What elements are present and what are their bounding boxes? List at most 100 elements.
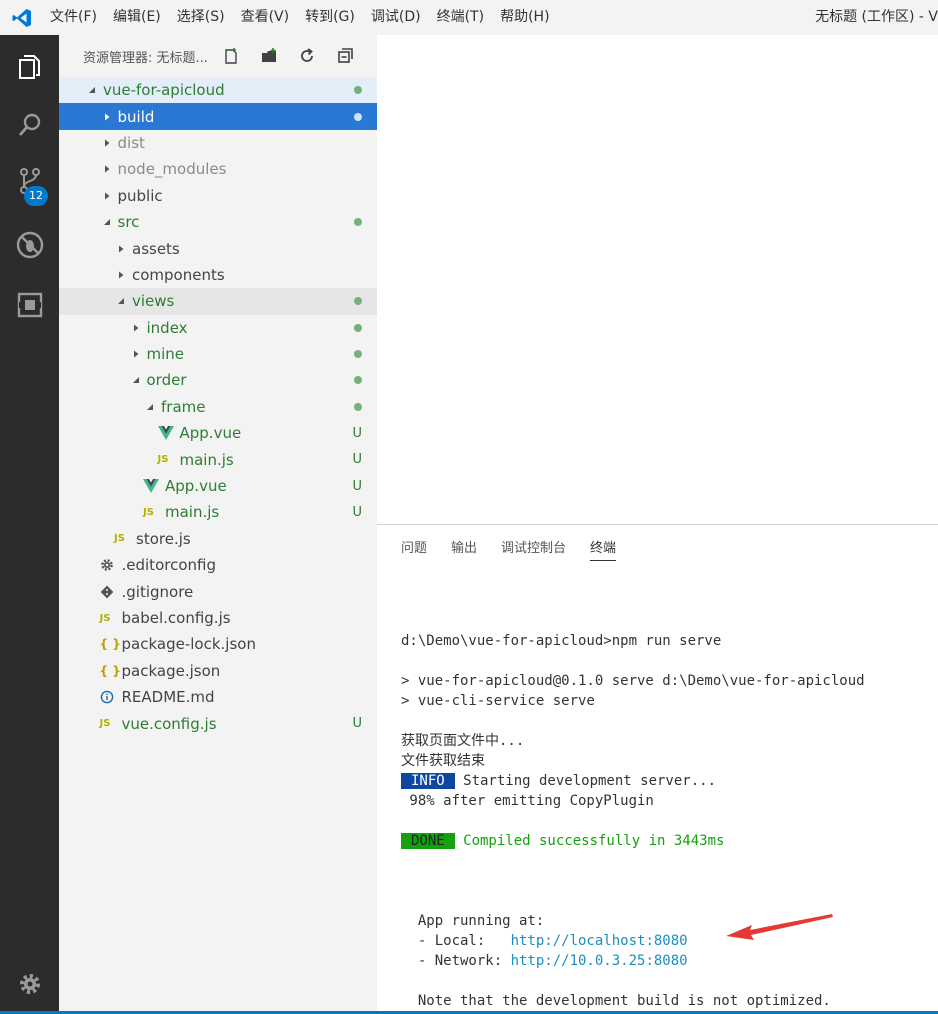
menu-item[interactable]: 文件(F) — [42, 0, 105, 35]
tree-item[interactable]: components — [59, 262, 377, 288]
new-folder-icon[interactable] — [259, 46, 279, 66]
modified-dot — [354, 376, 362, 385]
terminal-line: > vue-for-apicloud@0.1.0 serve d:\Demo\v… — [401, 671, 931, 691]
terminal-line: INFO Starting development server... — [401, 771, 931, 791]
chevron-down-icon[interactable] — [129, 373, 143, 387]
terminal-tag: INFO — [401, 773, 455, 789]
chevron-right-icon[interactable] — [100, 110, 114, 124]
tree-item[interactable]: mine — [59, 341, 377, 367]
tree-item-label: package.json — [121, 661, 221, 680]
search-icon[interactable] — [10, 105, 50, 145]
chevron-right-icon[interactable] — [100, 136, 114, 150]
terminal-text: Note that the development build is not o… — [401, 993, 831, 1009]
terminal-line: Note that the development build is not o… — [401, 991, 931, 1011]
tree-item[interactable]: vue-for-apicloud — [59, 77, 377, 104]
git-status-badge: U — [352, 478, 362, 494]
refresh-icon[interactable] — [297, 46, 317, 66]
chevron-right-icon[interactable] — [100, 162, 114, 176]
explorer-header: 资源管理器: 无标题... — [59, 35, 377, 77]
chevron-down-icon[interactable] — [114, 294, 128, 308]
tree-item[interactable]: index — [59, 315, 377, 341]
tree-item[interactable]: build — [59, 103, 377, 130]
tree-item[interactable]: JS babel.config.js — [59, 605, 377, 631]
tree-item-label: package-lock.json — [121, 635, 256, 654]
terminal-link[interactable]: http://10.0.3.25:8080 — [511, 953, 688, 969]
chevron-right-icon[interactable] — [100, 189, 114, 203]
modified-dot-icon — [354, 367, 362, 393]
menu-item[interactable]: 终端(T) — [429, 0, 492, 35]
explorer-icon[interactable] — [10, 47, 50, 87]
modified-dot — [354, 350, 362, 359]
git-file-icon — [100, 584, 120, 600]
tree-item-label: src — [117, 213, 140, 232]
chevron-down-icon[interactable] — [85, 83, 99, 97]
chevron-right-icon[interactable] — [129, 321, 143, 335]
terminal-text: Starting development server... — [454, 773, 717, 789]
modified-dot — [354, 86, 362, 95]
tree-item[interactable]: { } package-lock.json — [59, 631, 377, 657]
tree-item-label: frame — [161, 397, 206, 416]
chevron-right-icon[interactable] — [114, 268, 128, 282]
terminal-text: - Network: — [401, 953, 511, 969]
panel-tab[interactable]: 输出 — [451, 537, 477, 561]
chevron-down-icon[interactable] — [100, 215, 114, 229]
terminal-line: d:\Demo\vue-for-apicloud>npm run serve — [401, 631, 931, 651]
settings-gear-icon[interactable] — [10, 964, 50, 1004]
tree-item[interactable]: frame — [59, 394, 377, 420]
menu-item[interactable]: 调试(D) — [363, 0, 429, 35]
editor-area[interactable] — [377, 35, 938, 524]
info-file-icon — [100, 689, 120, 705]
debug-icon[interactable] — [10, 225, 50, 265]
tree-item[interactable]: src — [59, 209, 377, 235]
menu-item[interactable]: 选择(S) — [169, 0, 233, 35]
tree-item[interactable]: .gitignore — [59, 578, 377, 604]
tree-item[interactable]: README.md — [59, 684, 377, 710]
terminal-link[interactable]: http://localhost:8080 — [511, 933, 688, 949]
tree-item[interactable]: .editorconfig — [59, 552, 377, 578]
js-file-icon: JS — [99, 612, 111, 624]
modified-dot — [354, 402, 362, 411]
terminal-text: App running at: — [401, 913, 545, 929]
panel-tab[interactable]: 问题 — [401, 537, 427, 561]
tree-item[interactable]: public — [59, 183, 377, 209]
extensions-icon[interactable] — [10, 285, 50, 325]
tree-item[interactable]: views — [59, 288, 377, 315]
collapse-all-icon[interactable] — [335, 46, 355, 66]
menu-item[interactable]: 编辑(E) — [105, 0, 169, 35]
js-file-icon: JS — [114, 533, 125, 545]
new-file-icon[interactable] — [221, 46, 241, 66]
title-bar: 文件(F) 编辑(E) 选择(S) 查看(V) 转到(G) 调试(D) 终端(T) 帮助(H)… — [0, 0, 938, 35]
menu-item[interactable]: 转到(G) — [297, 0, 363, 35]
tree-item[interactable]: JS main.js U — [59, 499, 377, 525]
modified-dot-icon — [354, 394, 362, 420]
chevron-right-icon[interactable] — [114, 242, 128, 256]
tree-item[interactable]: dist — [59, 130, 377, 156]
modified-dot-icon — [354, 103, 362, 129]
tree-item[interactable]: App.vue U — [59, 420, 377, 446]
panel-tab[interactable]: 终端 — [590, 537, 617, 561]
terminal-line: 文件获取结束 — [401, 751, 931, 771]
menu-bar: 文件(F) 编辑(E) 选择(S) 查看(V) 转到(G) 调试(D) 终端(T) 帮助(H) — [42, 0, 558, 35]
tree-item[interactable]: App.vue U — [59, 473, 377, 499]
chevron-down-icon[interactable] — [143, 400, 157, 414]
tree-item[interactable]: assets — [59, 235, 377, 261]
menu-item[interactable]: 帮助(H) — [492, 0, 557, 35]
tree-item-label: build — [117, 107, 155, 126]
chevron-right-icon[interactable] — [129, 347, 143, 361]
menu-item[interactable]: 查看(V) — [233, 0, 298, 35]
terminal-text: 文件获取结束 — [401, 753, 485, 769]
tree-item-label: README.md — [121, 688, 215, 707]
terminal-output[interactable]: d:\Demo\vue-for-apicloud>npm run serve > … — [401, 611, 931, 1014]
tree-item[interactable]: { } package.json — [59, 658, 377, 684]
tree-item[interactable]: node_modules — [59, 156, 377, 182]
panel-tab[interactable]: 调试控制台 — [501, 537, 566, 561]
tree-item[interactable]: order — [59, 367, 377, 393]
tree-item[interactable]: JS vue.config.js U — [59, 710, 377, 736]
tree-item[interactable]: JS main.js U — [59, 446, 377, 472]
tree-item[interactable]: JS store.js — [59, 526, 377, 552]
json-file-icon: { } — [99, 637, 121, 652]
git-status-badge: U — [352, 425, 362, 441]
